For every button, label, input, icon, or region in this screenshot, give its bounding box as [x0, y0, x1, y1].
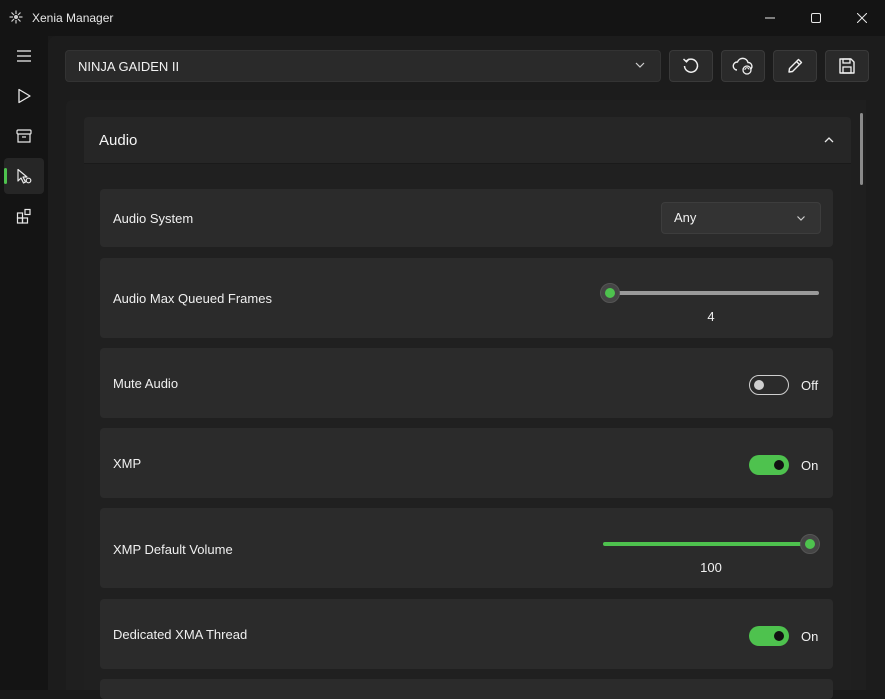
audio-max-queued-frames-slider-thumb[interactable]: [600, 283, 620, 303]
nav-library-button[interactable]: [4, 118, 44, 154]
reset-icon: [682, 58, 699, 73]
vertical-scrollbar[interactable]: [860, 113, 863, 185]
section-title: Audio: [99, 132, 138, 149]
audio-system-dropdown[interactable]: Any: [661, 202, 821, 234]
add-ons-icon: [16, 208, 31, 224]
xmp-default-volume-slider-track[interactable]: [603, 542, 809, 546]
close-icon: [857, 13, 867, 23]
xmp-default-volume-label: XMP Default Volume: [113, 542, 233, 557]
mute-audio-card: Mute Audio Off: [100, 348, 833, 418]
dedicated-xma-thread-state: On: [801, 629, 819, 644]
audio-max-queued-frames-label: Audio Max Queued Frames: [113, 291, 272, 306]
selected-game: NINJA GAIDEN II: [78, 58, 180, 74]
save-icon: [839, 58, 855, 74]
maximize-button[interactable]: [793, 0, 839, 36]
audio-section-header[interactable]: Audio: [84, 117, 851, 164]
nav-play-button[interactable]: [4, 78, 44, 114]
audio-system-value: Any: [674, 210, 697, 225]
xmp-default-volume-value: 100: [700, 560, 722, 575]
chevron-down-icon: [635, 62, 645, 68]
xmp-state: On: [801, 458, 819, 473]
mute-audio-toggle[interactable]: [749, 375, 789, 395]
cloud-sync-button[interactable]: [721, 50, 765, 82]
title-bar: Xenia Manager: [0, 0, 885, 36]
close-button[interactable]: [839, 0, 885, 36]
maximize-icon: [811, 13, 821, 23]
mute-audio-label: Mute Audio: [113, 376, 179, 391]
dedicated-xma-thread-card: Dedicated XMA Thread On: [100, 599, 833, 669]
xmp-default-volume-card: XMP Default Volume 100: [100, 508, 833, 588]
nav-game-settings-button[interactable]: [4, 158, 44, 194]
audio-max-queued-frames-value: 4: [707, 309, 715, 324]
xenia-logo-icon: [9, 10, 23, 24]
library-icon: [16, 129, 32, 143]
game-settings-icon: [17, 168, 32, 184]
dedicated-xma-thread-label: Dedicated XMA Thread: [113, 627, 248, 642]
next-setting-card: [100, 679, 833, 699]
chevron-down-icon: [797, 216, 805, 221]
dedicated-xma-thread-toggle[interactable]: [749, 626, 789, 646]
window-title: Xenia Manager: [32, 11, 114, 25]
xmp-card: XMP On: [100, 428, 833, 498]
chevron-up-icon: [824, 137, 834, 143]
menu-icon: [17, 50, 31, 62]
save-button[interactable]: [825, 50, 869, 82]
minimize-icon: [765, 17, 775, 19]
mute-audio-state: Off: [801, 378, 819, 393]
xmp-label: XMP: [113, 456, 142, 471]
nav-menu-button[interactable]: [4, 38, 44, 74]
edit-pen-icon: [788, 58, 803, 73]
nav-add-ons-button[interactable]: [4, 198, 44, 234]
audio-system-label: Audio System: [113, 211, 194, 226]
audio-max-queued-frames-slider-track[interactable]: [610, 291, 819, 295]
active-nav-indicator: [4, 168, 7, 184]
cloud-sync-icon: [732, 57, 753, 75]
edit-button[interactable]: [773, 50, 817, 82]
audio-max-queued-frames-card: Audio Max Queued Frames 4: [100, 258, 833, 338]
xmp-toggle[interactable]: [749, 455, 789, 475]
game-select-dropdown[interactable]: NINJA GAIDEN II: [65, 50, 661, 82]
minimize-button[interactable]: [747, 0, 793, 36]
xmp-default-volume-slider-thumb[interactable]: [800, 534, 820, 554]
audio-system-card: Audio System Any: [100, 189, 833, 247]
reset-button[interactable]: [669, 50, 713, 82]
play-icon: [18, 88, 31, 104]
